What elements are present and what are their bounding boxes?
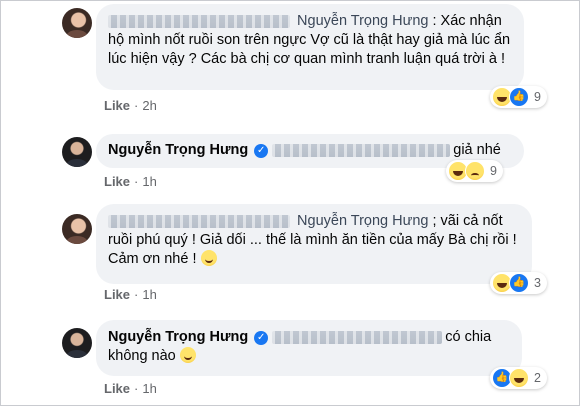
reaction-count: 3 — [534, 276, 541, 290]
haha-reaction-icon — [509, 368, 529, 388]
verified-badge-icon: ✓ — [254, 331, 269, 345]
commenter-avatar[interactable] — [62, 214, 92, 244]
like-reaction-icon: 👍 — [509, 87, 529, 107]
reaction-count: 2 — [534, 371, 541, 385]
like-link[interactable]: Like — [104, 381, 130, 396]
smile-emoji-icon — [200, 250, 217, 266]
reaction-count: 9 — [534, 90, 541, 104]
like-link[interactable]: Like — [104, 98, 130, 113]
comment-bubble: Nguyễn Trọng Hưng : Xác nhận hộ mình nốt… — [96, 4, 524, 90]
redacted-text — [272, 143, 451, 157]
redacted-name — [108, 214, 290, 228]
sad-reaction-icon — [465, 161, 485, 181]
comment-bubble: Nguyễn Trọng Hưng ✓ có chia không nào — [96, 320, 522, 376]
comment-text: giả nhé — [453, 142, 501, 158]
like-link[interactable]: Like — [104, 287, 130, 302]
comment-meta: Like · 1h — [104, 287, 157, 302]
commenter-avatar[interactable] — [62, 328, 92, 358]
redacted-text — [272, 330, 443, 344]
reaction-count: 9 — [490, 164, 497, 178]
like-link[interactable]: Like — [104, 174, 130, 189]
reaction-summary[interactable]: 👍 2 — [490, 367, 547, 389]
reaction-summary[interactable]: 9 — [446, 160, 503, 182]
verified-badge-icon: ✓ — [254, 144, 269, 158]
timestamp[interactable]: 1h — [142, 287, 156, 302]
commenter-avatar[interactable] — [62, 8, 92, 38]
timestamp[interactable]: 1h — [142, 174, 156, 189]
comment-meta: Like · 1h — [104, 381, 157, 396]
reaction-summary[interactable]: 👍 9 — [490, 86, 547, 108]
mentioned-name[interactable]: Nguyễn Trọng Hưng — [297, 213, 428, 229]
commenter-name[interactable]: Nguyễn Trọng Hưng — [108, 142, 248, 158]
comment-bubble: Nguyễn Trọng Hưng ; vãi cả nốt ruồi phú … — [96, 204, 532, 284]
timestamp[interactable]: 1h — [142, 381, 156, 396]
commenter-avatar[interactable] — [62, 137, 92, 167]
comment-meta: Like · 1h — [104, 174, 157, 189]
commenter-name[interactable]: Nguyễn Trọng Hưng — [108, 329, 248, 345]
timestamp[interactable]: 2h — [142, 98, 156, 113]
reaction-summary[interactable]: 👍 3 — [490, 272, 547, 294]
comment-meta: Like · 2h — [104, 98, 157, 113]
laughing-emoji-icon — [179, 347, 196, 363]
like-reaction-icon: 👍 — [509, 273, 529, 293]
redacted-name — [108, 14, 290, 28]
mentioned-name[interactable]: Nguyễn Trọng Hưng — [297, 13, 428, 29]
